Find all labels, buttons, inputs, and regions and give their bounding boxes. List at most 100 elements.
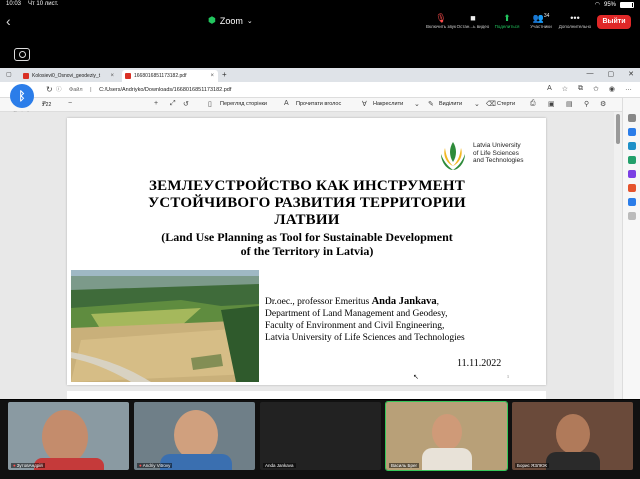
participants-button[interactable]: 👥34 Участники [524,13,558,29]
title-line: ЛАТВИИ [274,212,340,228]
pin-icon[interactable]: ⚲ [584,100,589,108]
highlight-icon: ✎ [428,101,434,108]
participant-tile[interactable]: ●ЗутовАндрій [8,402,129,470]
mic-muted-icon: ● [13,463,16,468]
leave-button[interactable]: Выйти [597,15,631,29]
camera-switch-icon[interactable] [14,48,30,61]
tab-actions-icon[interactable]: ▢ [6,71,12,78]
battery-percent: 95% [603,1,616,8]
participant-tile[interactable]: Борис ЯЗЛЮК [512,402,633,470]
tools-icon[interactable] [628,142,636,150]
outlook-icon[interactable] [628,198,636,206]
read-aloud-icon: A [284,100,289,107]
close-tab-icon[interactable]: × [210,70,214,82]
participant-tile[interactable]: ●Andriy Vitrovy [134,402,255,470]
video-label: Остан...ь видео [456,24,490,29]
chevron-down-icon: ⌄ [246,17,253,25]
participant-name-label: ●ЗутовАндрій [11,463,45,468]
author-info: Dr.oec., professor Emeritus Anda Jankava… [265,296,540,344]
minimize-icon[interactable]: — [587,70,594,78]
meeting-title-text: Zoom [219,15,243,26]
search-icon[interactable] [628,114,636,122]
url-text: C:/Users/Andriyko/Downloads/166801685117… [99,87,232,93]
reload-icon[interactable]: ↻ [46,85,53,94]
collections-icon[interactable]: ⧉ [578,85,583,93]
microsoft365-icon[interactable] [628,170,636,178]
favorites-bar-icon[interactable]: ✩ [593,85,599,93]
url-separator: | [90,87,92,93]
author-prefix: Dr.oec., professor Emeritus [265,297,372,307]
save-icon[interactable]: ▣ [548,100,555,108]
mute-button[interactable]: 🎙 Включить звук [424,13,458,29]
participant-name-label: ●Andriy Vitrovy [137,463,173,468]
participant-shirt [546,452,600,470]
participant-tile-active-speaker[interactable]: Василь Брег [385,401,508,471]
participants-label: Участники [530,24,552,29]
meeting-title[interactable]: ⬢ Zoom ⌄ [208,15,253,26]
logo-line: of Life Sciences [473,149,519,157]
scrollbar-thumb[interactable] [616,114,620,144]
video-icon: ■ [470,13,476,23]
share-icon: ⬆ [503,13,511,23]
participant-name: Борис ЯЗЛЮК [517,463,548,468]
vertical-scrollbar[interactable] [614,112,622,399]
slide-date: 11.11.2022 [457,358,502,369]
save-as-icon[interactable]: ▤ [566,100,573,108]
security-shield-icon: ⬢ [208,15,216,25]
title-line: (Land Use Planning as Tool for Sustainab… [161,230,453,244]
shared-screen: ▢ Kolosievi0_Osnovi_geodeziy_t × 1668016… [0,68,640,399]
settings-icon[interactable]: ⚙ [600,100,606,108]
page-number: 1 [507,374,509,379]
fit-page-icon[interactable]: ⤢ [170,100,176,108]
video-button[interactable]: ■ Остан...ь видео [456,13,490,29]
participant-tile[interactable]: Anda Jankava [260,402,381,470]
participant-strip: ●ЗутовАндрій ●Andriy Vitrovy Anda Jankav… [0,400,640,479]
chevron-down-icon[interactable]: ⌄ [414,100,420,108]
close-tab-icon[interactable]: × [110,70,114,82]
draw-icon: ∀ [362,101,367,108]
menu-icon[interactable]: … [625,85,632,93]
highlight-button[interactable]: Виділити [439,101,462,107]
tab-kolosievi[interactable]: Kolosievi0_Osnovi_geodeziy_t × [20,70,118,82]
zoom-in-button[interactable]: + [154,100,158,107]
participant-name-label: Василь Брег [389,463,420,468]
aerial-photo [71,270,259,382]
participant-shirt [422,448,472,470]
erase-button[interactable]: Стерти [497,101,515,107]
pdf-page: Latvia University of Life Sciences and T… [67,118,546,385]
print-icon[interactable]: ⎙ [530,100,536,108]
slide-title-english: (Land Use Planning as Tool for Sustainab… [107,230,507,258]
rotate-icon[interactable]: ↺ [183,100,189,108]
games-icon[interactable] [628,156,636,164]
read-mode-icon[interactable]: A [547,85,552,93]
url-field[interactable]: ⓘ Файл | C:/Users/Andriyko/Downloads/166… [56,85,231,93]
shopping-icon[interactable] [628,128,636,136]
author-line: Latvia University of Life Sciences and T… [265,333,465,343]
profile-icon[interactable]: ◉ [609,85,615,93]
share-button[interactable]: ⬆ Поделиться [490,13,524,29]
participant-face [174,410,218,460]
participant-name: Andriy Vitrovy [142,463,171,468]
draw-button[interactable]: Накреслити [373,101,403,107]
read-aloud-button[interactable]: Прочитати вголос [296,101,341,107]
edge-sidebar [622,98,640,399]
maximize-icon[interactable]: ▢ [608,70,615,78]
favorite-icon[interactable]: ☆ [562,85,568,93]
tab-pdf[interactable]: 1668016851173182.pdf × [122,70,218,82]
mute-label: Включить звук [425,24,456,29]
add-icon[interactable] [628,212,636,220]
zoom-out-button[interactable]: − [68,100,72,107]
office-icon[interactable] [628,184,636,192]
more-button[interactable]: ••• Дополнительно [558,13,592,29]
close-window-icon[interactable]: ✕ [628,70,634,78]
page-view-button[interactable]: Перегляд сторінки [220,101,267,107]
participant-name-label: Anda Jankava [263,463,296,468]
status-time: 10:03 [6,1,22,7]
new-tab-button[interactable]: + [222,70,227,79]
chevron-down-icon[interactable]: ⌄ [474,100,480,108]
pdf-viewer[interactable]: Latvia University of Life Sciences and T… [0,112,614,399]
bluetooth-icon[interactable]: ᛒ [10,84,34,108]
back-chevron-icon[interactable]: ‹ [6,13,11,29]
pdf-icon [23,73,29,79]
mouse-cursor-icon: ↖ [413,373,419,381]
